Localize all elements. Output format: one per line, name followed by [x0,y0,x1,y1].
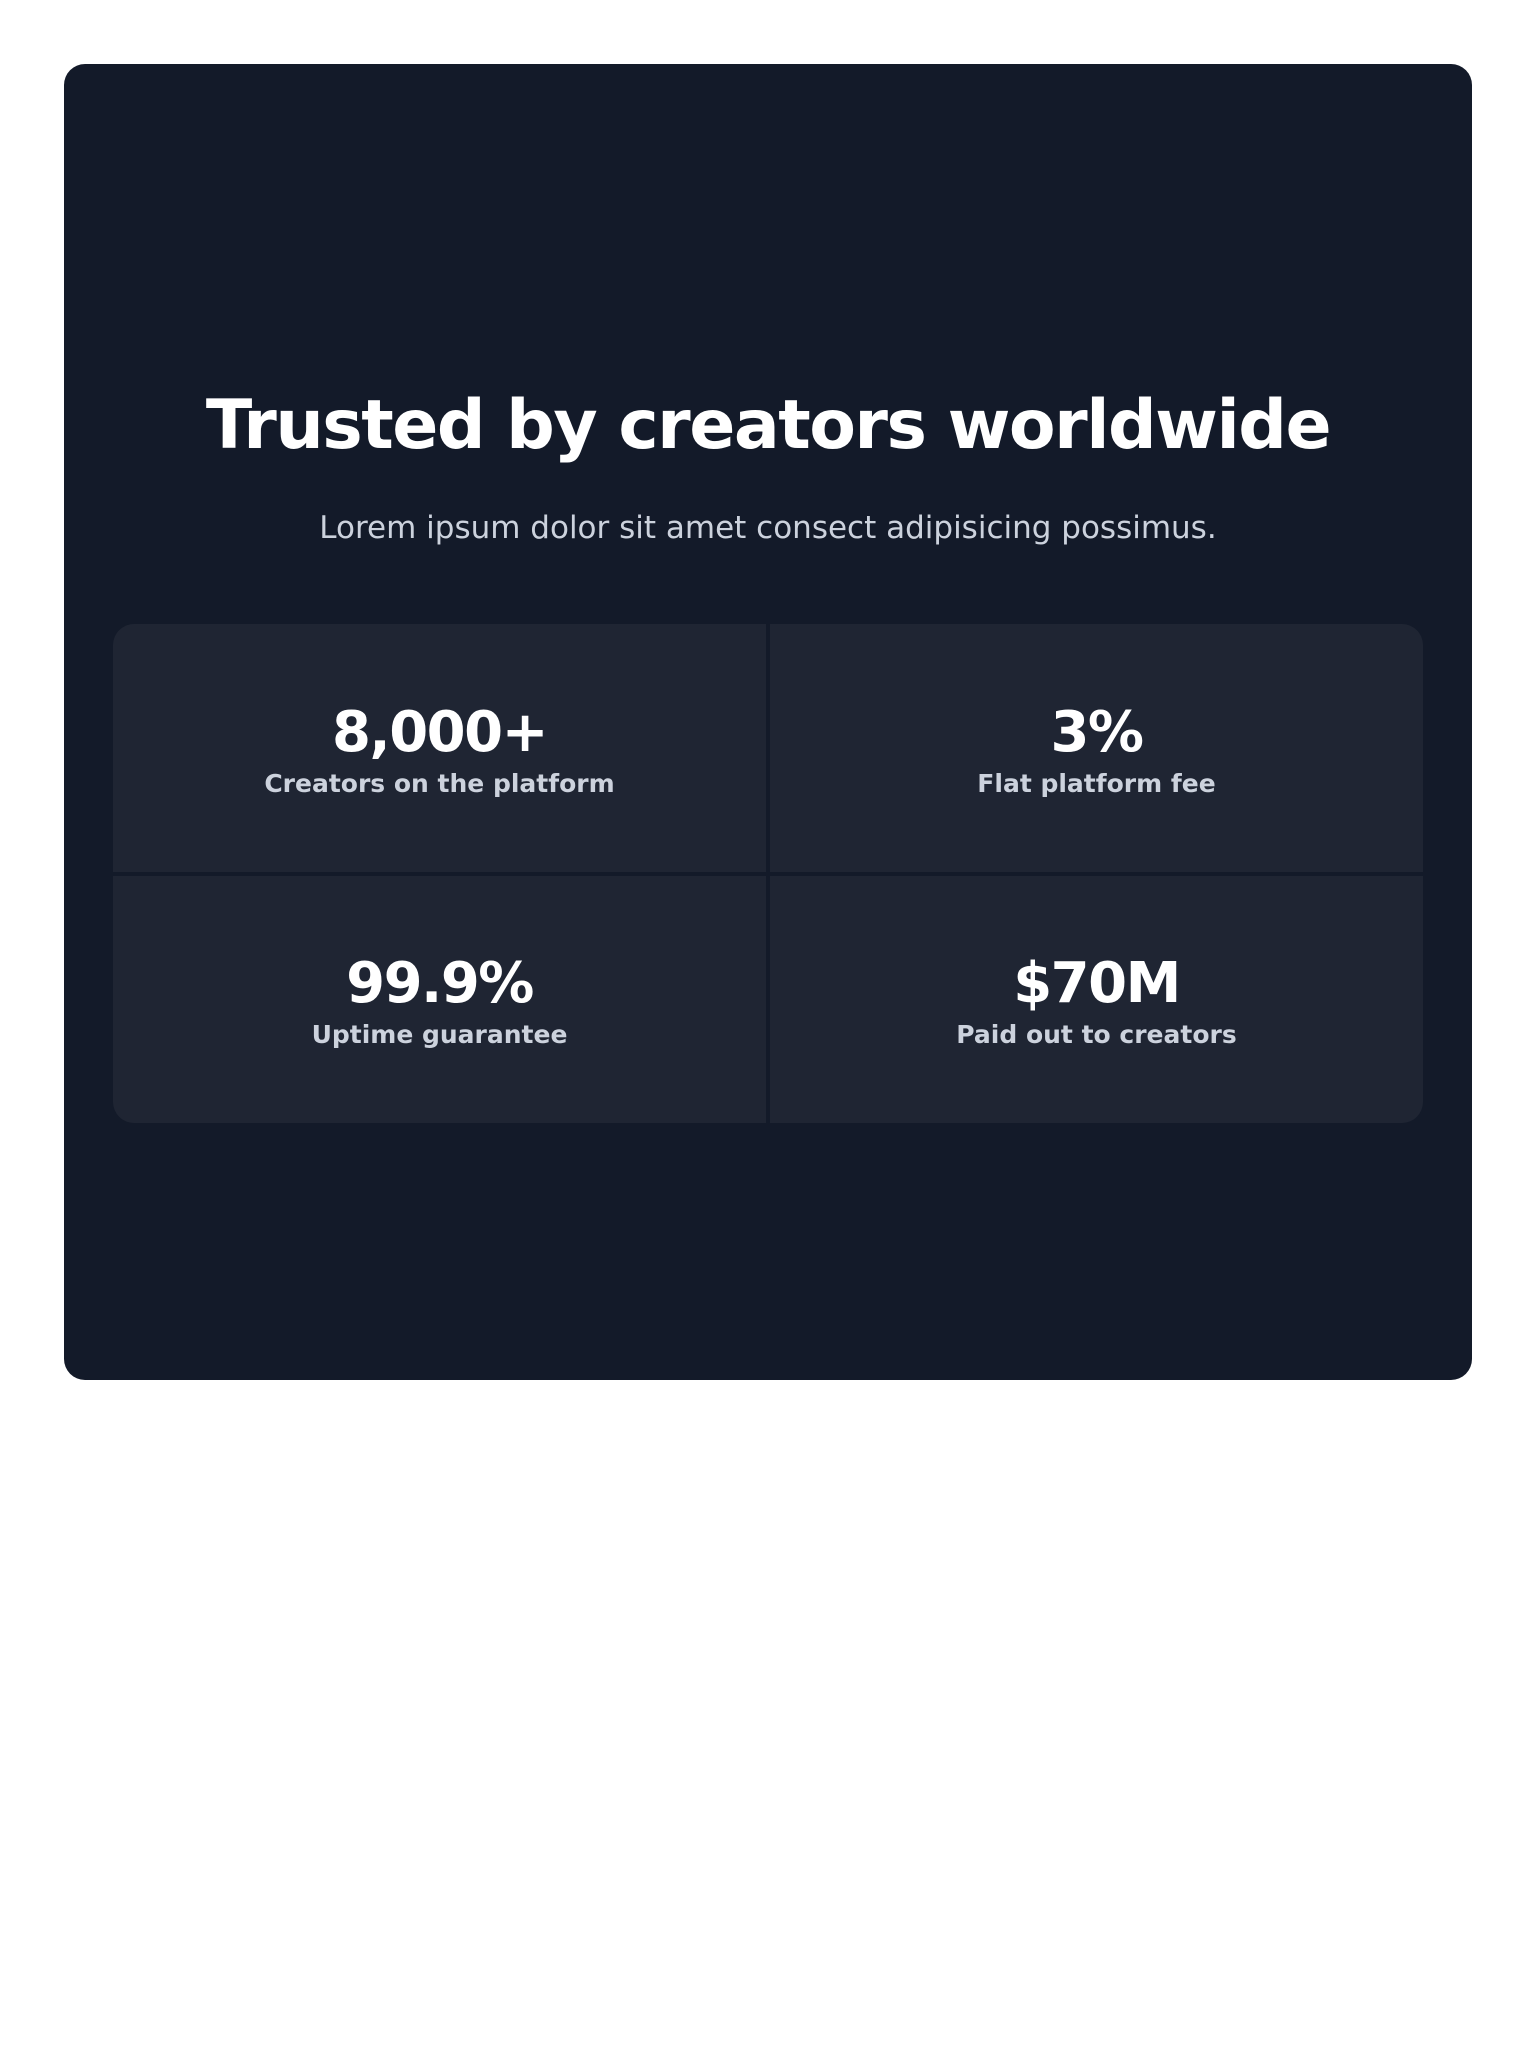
stat-value: 3% [1050,699,1144,765]
stat-label: Flat platform fee [977,768,1216,798]
stat-card-payouts: $70M Paid out to creators [770,875,1423,1123]
stat-card-uptime: 99.9% Uptime guarantee [113,875,766,1123]
stat-card-fee: 3% Flat platform fee [770,624,1423,872]
stat-value: 8,000+ [331,699,549,765]
stat-label: Paid out to creators [956,1020,1237,1050]
stat-label: Uptime guarantee [311,1020,568,1050]
stat-value: 99.9% [346,951,534,1017]
stats-section: Trusted by creators worldwide Lorem ipsu… [64,64,1472,1380]
stats-grid: 8,000+ Creators on the platform 3% Flat … [113,624,1423,1123]
stat-label: Creators on the platform [264,768,615,798]
stat-card-creators: 8,000+ Creators on the platform [113,624,766,872]
section-subtitle: Lorem ipsum dolor sit amet consect adipi… [319,510,1217,546]
stat-value: $70M [1013,951,1181,1017]
section-title: Trusted by creators worldwide [205,386,1332,465]
